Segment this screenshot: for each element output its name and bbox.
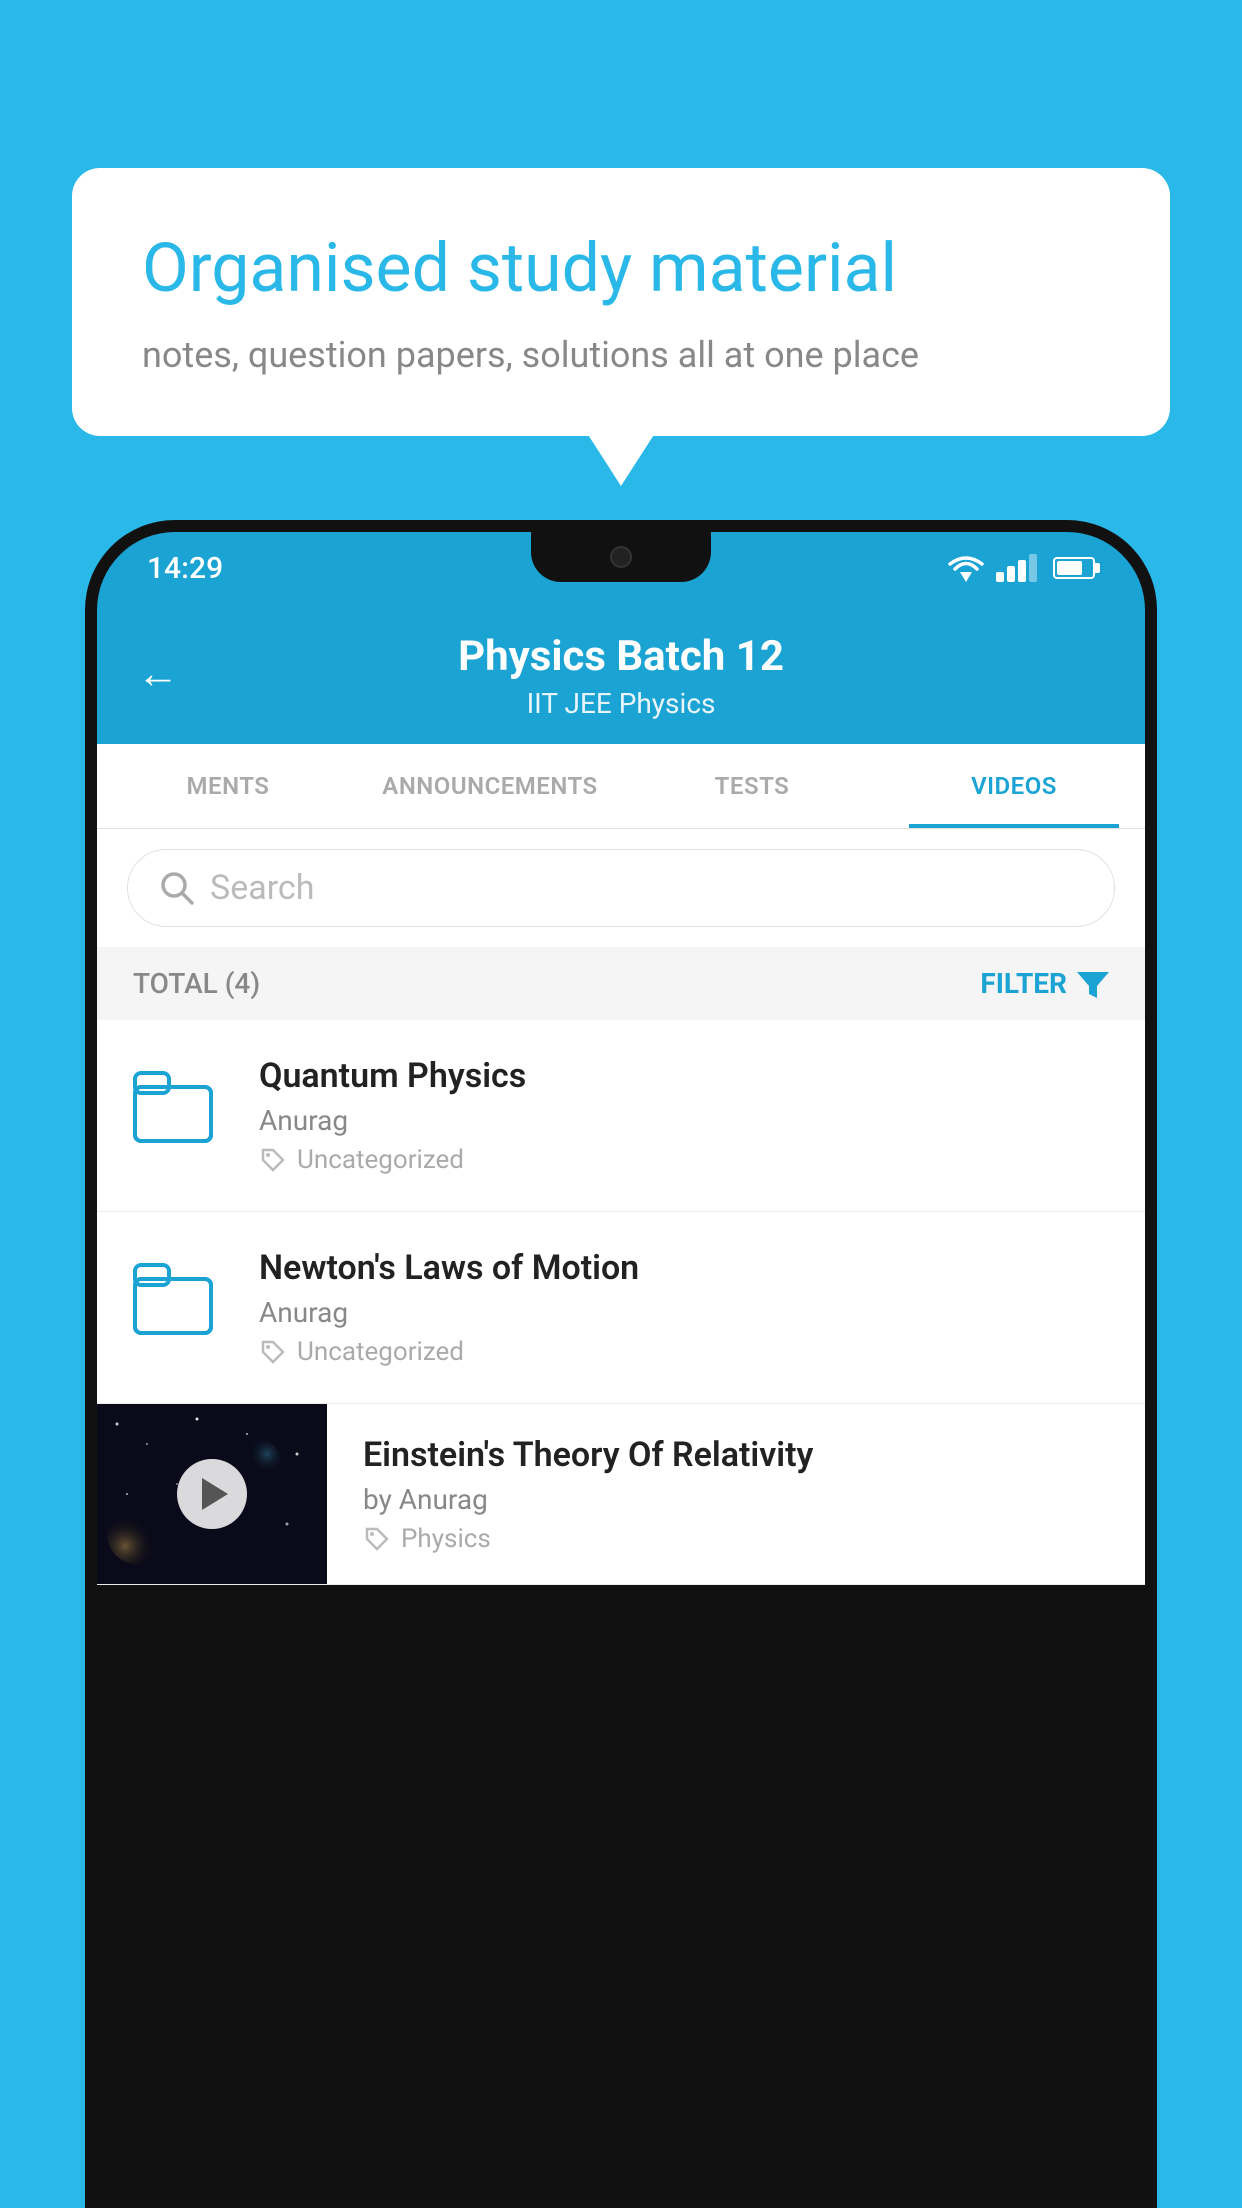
notch bbox=[531, 532, 711, 582]
video-info: Einstein's Theory Of Relativity by Anura… bbox=[363, 1411, 1109, 1578]
filter-button[interactable]: FILTER bbox=[980, 967, 1109, 1000]
back-button[interactable]: ← bbox=[137, 650, 179, 699]
video-title: Quantum Physics bbox=[259, 1056, 1109, 1096]
tag-icon bbox=[363, 1525, 391, 1553]
bubble-title: Organised study material bbox=[142, 228, 1100, 310]
total-count: TOTAL (4) bbox=[133, 967, 260, 1000]
video-title: Einstein's Theory Of Relativity bbox=[363, 1435, 1109, 1475]
search-container: Search bbox=[97, 829, 1145, 947]
video-title: Newton's Laws of Motion bbox=[259, 1248, 1109, 1288]
list-item[interactable]: Quantum Physics Anurag Uncategorized bbox=[97, 1020, 1145, 1212]
tag-icon bbox=[259, 1146, 287, 1174]
video-list: Quantum Physics Anurag Uncategorized bbox=[97, 1020, 1145, 1585]
folder-icon bbox=[133, 1263, 223, 1353]
tab-tests[interactable]: TESTS bbox=[621, 744, 883, 828]
tab-announcements[interactable]: ANNOUNCEMENTS bbox=[359, 744, 621, 828]
tab-bar: MENTS ANNOUNCEMENTS TESTS VIDEOS bbox=[97, 744, 1145, 829]
filter-bar: TOTAL (4) FILTER bbox=[97, 947, 1145, 1020]
tag-icon bbox=[259, 1338, 287, 1366]
video-thumbnail bbox=[97, 1404, 327, 1584]
header-title: Physics Batch 12 bbox=[458, 632, 784, 681]
video-author: Anurag bbox=[259, 1296, 1109, 1329]
bubble-subtitle: notes, question papers, solutions all at… bbox=[142, 334, 1100, 376]
list-item[interactable]: Newton's Laws of Motion Anurag Uncategor… bbox=[97, 1212, 1145, 1404]
status-icons bbox=[948, 554, 1095, 582]
wifi-icon bbox=[948, 554, 984, 582]
video-author: by Anurag bbox=[363, 1483, 1109, 1516]
phone-frame: 14:29 ← Physics Batch bbox=[85, 520, 1157, 2208]
search-box[interactable]: Search bbox=[127, 849, 1115, 927]
search-placeholder: Search bbox=[210, 868, 314, 908]
video-author: Anurag bbox=[259, 1104, 1109, 1137]
status-bar: 14:29 bbox=[97, 532, 1145, 604]
video-info: Quantum Physics Anurag Uncategorized bbox=[259, 1056, 1109, 1175]
app-header: ← Physics Batch 12 IIT JEE Physics bbox=[97, 604, 1145, 744]
header-subtitle: IIT JEE Physics bbox=[527, 687, 716, 720]
tab-videos[interactable]: VIDEOS bbox=[883, 744, 1145, 828]
video-info: Newton's Laws of Motion Anurag Uncategor… bbox=[259, 1248, 1109, 1367]
video-tag: Uncategorized bbox=[259, 1337, 1109, 1367]
folder-icon bbox=[133, 1071, 223, 1161]
camera-dot bbox=[610, 546, 632, 568]
video-tag: Physics bbox=[363, 1524, 1109, 1554]
battery-icon bbox=[1053, 557, 1095, 579]
speech-bubble: Organised study material notes, question… bbox=[72, 168, 1170, 436]
signal-icon bbox=[996, 554, 1037, 582]
list-item[interactable]: Einstein's Theory Of Relativity by Anura… bbox=[97, 1404, 1145, 1585]
phone-inner: 14:29 ← Physics Batch bbox=[97, 532, 1145, 2208]
video-tag: Uncategorized bbox=[259, 1145, 1109, 1175]
play-button[interactable] bbox=[177, 1459, 247, 1529]
tab-ments[interactable]: MENTS bbox=[97, 744, 359, 828]
status-time: 14:29 bbox=[147, 551, 223, 586]
filter-icon bbox=[1077, 968, 1109, 1000]
search-icon bbox=[158, 869, 196, 907]
